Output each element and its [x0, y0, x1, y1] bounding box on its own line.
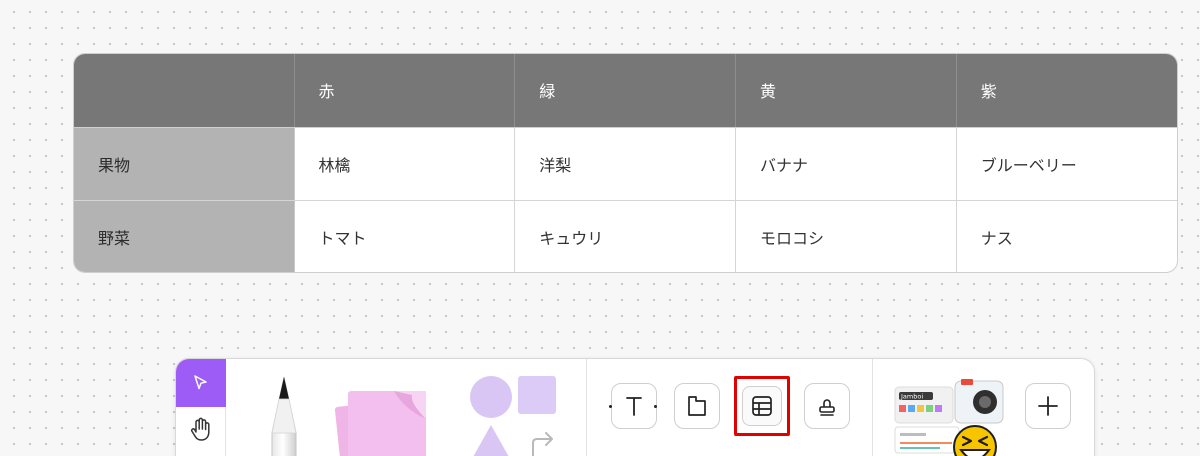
- table-cell[interactable]: 洋梨: [514, 127, 736, 201]
- table-row: 果物 林檎 洋梨 バナナ ブルーベリー: [74, 127, 1177, 201]
- frame-tool-button[interactable]: [674, 383, 720, 429]
- table-cell[interactable]: ナス: [956, 200, 1177, 272]
- hand-tool-button[interactable]: [176, 407, 226, 453]
- sticker-card-text: Jamboi: [900, 393, 923, 401]
- sticky-note-tool-button[interactable]: [326, 373, 438, 456]
- shapes-icon: [470, 376, 556, 456]
- board-table[interactable]: 赤 緑 黄 紫 果物 林檎 洋梨 バナナ ブルーベリー 野菜 トマト キュウリ …: [73, 53, 1178, 273]
- stickers-icon: Jamboi: [894, 379, 1004, 456]
- toolbar-divider: [586, 359, 587, 456]
- table-row: 野菜 トマト キュウリ モロコシ ナス: [74, 200, 1177, 272]
- table-cell[interactable]: 林檎: [294, 127, 516, 201]
- mode-switch: [176, 359, 226, 456]
- table-header-cell[interactable]: [74, 54, 295, 128]
- table-header-cell[interactable]: 赤: [294, 54, 516, 128]
- table-header-row: 赤 緑 黄 紫: [74, 54, 1177, 128]
- stamp-tool-button[interactable]: [804, 383, 850, 429]
- select-tool-button[interactable]: [176, 359, 226, 407]
- table-row-header[interactable]: 果物: [74, 127, 295, 201]
- table-cell[interactable]: ブルーベリー: [956, 127, 1177, 201]
- sticky-note-icon: [334, 391, 426, 456]
- table-header-cell[interactable]: 黄: [735, 54, 957, 128]
- table-row-header[interactable]: 野菜: [74, 200, 295, 272]
- cursor-icon: [194, 375, 207, 390]
- table-tool-inner: [742, 386, 782, 426]
- table-header-cell[interactable]: 緑: [514, 54, 736, 128]
- shapes-tool-button[interactable]: [461, 373, 561, 456]
- frame-icon: [688, 396, 706, 416]
- hand-icon: [190, 417, 210, 441]
- text-tool-dot: [609, 405, 612, 408]
- stamp-icon: [819, 399, 835, 416]
- add-more-button[interactable]: [1025, 383, 1071, 429]
- table-cell[interactable]: トマト: [294, 200, 516, 272]
- table-cell[interactable]: モロコシ: [735, 200, 957, 272]
- stickers-tool-button[interactable]: Jamboi: [891, 373, 1016, 456]
- toolbar-divider: [872, 359, 873, 456]
- text-tool-dot: [654, 405, 657, 408]
- table-tool-button[interactable]: [734, 376, 790, 436]
- table-header-cell[interactable]: 紫: [956, 54, 1177, 128]
- toolbar: Jamboi: [175, 358, 1095, 456]
- text-tool-button[interactable]: [611, 383, 657, 429]
- table-cell[interactable]: バナナ: [735, 127, 957, 201]
- table-icon: [752, 396, 772, 416]
- pen-icon: [271, 376, 297, 456]
- plus-icon: [1038, 396, 1058, 416]
- text-icon: [626, 397, 642, 416]
- pen-tool-button[interactable]: [254, 373, 314, 456]
- table-cell[interactable]: キュウリ: [514, 200, 736, 272]
